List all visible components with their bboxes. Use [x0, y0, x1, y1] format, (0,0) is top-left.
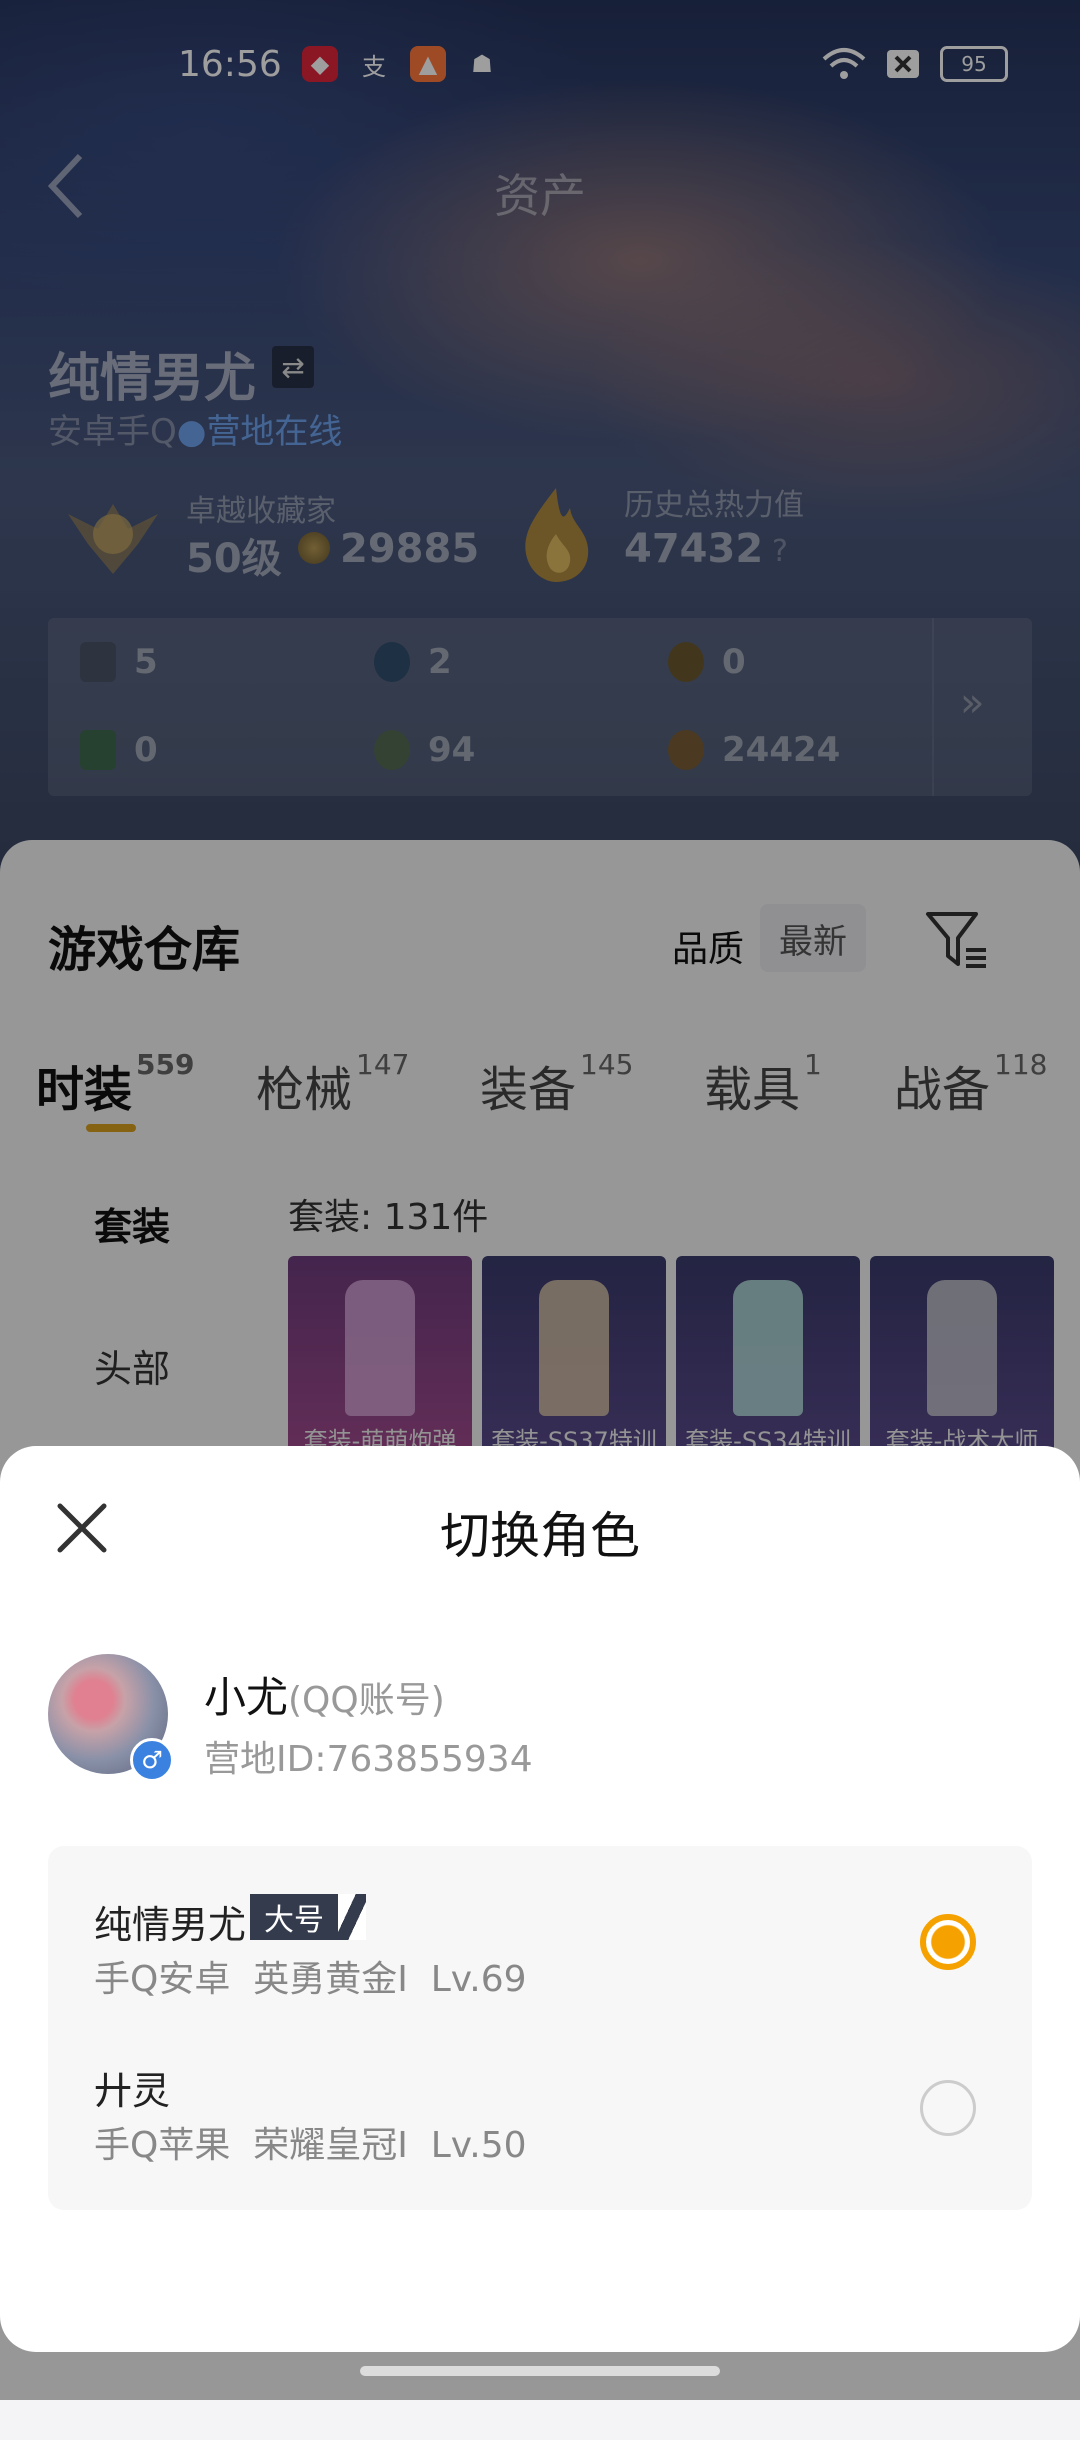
switch-role-sheet: 切换角色 ♂ 小尤(QQ账号) 营地ID:763855934 纯情男尤 大号 手… [0, 1446, 1080, 2352]
role-item[interactable]: 纯情男尤 大号 手Q安卓 英勇黄金I Lv.69 [94, 1894, 994, 2034]
role-item[interactable]: 廾灵 手Q苹果 荣耀皇冠I Lv.50 [94, 2060, 994, 2200]
role-radio[interactable] [920, 2080, 976, 2136]
main-account-tag: 大号 [250, 1894, 366, 1940]
account-type: (QQ账号) [288, 1680, 445, 1721]
role-name: 纯情男尤 [94, 1903, 247, 1947]
account-id: 营地ID:763855934 [204, 1739, 533, 1780]
role-radio-selected[interactable] [920, 1914, 976, 1970]
role-info: 手Q苹果 荣耀皇冠I Lv.50 [94, 2125, 527, 2166]
role-info: 手Q安卓 英勇黄金I Lv.69 [94, 1959, 527, 2000]
role-name: 廾灵 [94, 2069, 171, 2113]
account-name: 小尤(QQ账号) [204, 1673, 445, 1722]
home-indicator[interactable] [360, 2366, 720, 2376]
sheet-title: 切换角色 [440, 1507, 640, 1565]
role-list: 纯情男尤 大号 手Q安卓 英勇黄金I Lv.69 廾灵 手Q苹果 荣耀皇冠I L… [48, 1846, 1032, 2210]
male-gender-icon: ♂ [130, 1738, 174, 1782]
